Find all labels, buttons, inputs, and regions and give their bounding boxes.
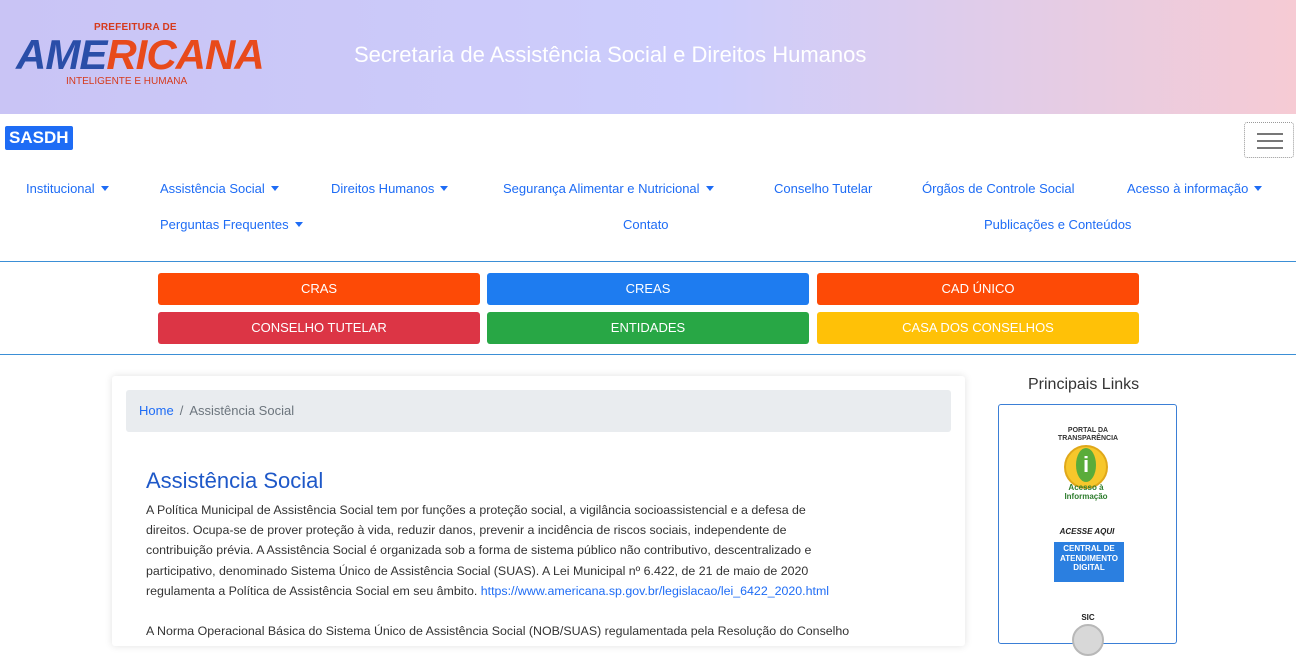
central-atendimento-digital-button[interactable]: CENTRAL DE ATENDIMENTO DIGITAL <box>1054 542 1124 582</box>
portal-transparencia-label[interactable]: PORTAL DA TRANSPARÊNCIA <box>1046 427 1130 443</box>
caret-down-icon <box>705 186 714 191</box>
acesso-informacao-label[interactable]: Acesso à Informação <box>1050 483 1122 501</box>
info-glyph: i <box>1076 448 1096 482</box>
logo-wordmark: AMERICANA <box>16 31 265 78</box>
nav-acesso-informacao[interactable]: Acesso à informação <box>1127 181 1263 196</box>
caret-down-icon <box>100 186 109 191</box>
intro-line-4: participativo, denominado Sistema Único … <box>146 564 809 578</box>
nav-contato[interactable]: Contato <box>623 217 669 232</box>
americana-logo[interactable]: PREFEITURA DE AMERICANA INTELIGENTE E HU… <box>14 22 265 90</box>
sic-icon[interactable] <box>1072 624 1104 656</box>
nav-institucional[interactable]: Institucional <box>26 181 109 196</box>
creas-button[interactable]: CREAS <box>487 273 809 305</box>
caret-down-icon <box>294 222 303 227</box>
page-title: Assistência Social <box>146 468 324 493</box>
nav-perguntas-frequentes[interactable]: Perguntas Frequentes <box>160 217 303 232</box>
header-banner: PREFEITURA DE AMERICANA INTELIGENTE E HU… <box>0 0 1296 114</box>
law-link[interactable]: https://www.americana.sp.gov.br/legislac… <box>481 584 829 598</box>
cad-unico-button[interactable]: CAD ÚNICO <box>817 273 1139 305</box>
caret-down-icon <box>440 186 449 191</box>
breadcrumb: Home / Assistência Social <box>126 390 951 432</box>
nav-direitos-humanos[interactable]: Direitos Humanos <box>331 181 449 196</box>
breadcrumb-home-link[interactable]: Home <box>139 403 174 418</box>
divider <box>0 354 1296 355</box>
navbar-brand[interactable]: SASDH <box>5 126 73 150</box>
intro-line-3: contribuição prévia. A Assistência Socia… <box>146 543 812 557</box>
casa-dos-conselhos-button[interactable]: CASA DOS CONSELHOS <box>817 312 1139 344</box>
acesse-aqui-label: ACESSE AQUI <box>1059 527 1115 536</box>
nav-seguranca-alimentar[interactable]: Segurança Alimentar e Nutricional <box>503 181 714 196</box>
caret-down-icon <box>1254 186 1263 191</box>
sidebar-title: Principais Links <box>1028 376 1140 393</box>
conselho-tutelar-button[interactable]: CONSELHO TUTELAR <box>158 312 480 344</box>
sic-label: SIC <box>1081 613 1095 622</box>
breadcrumb-current: Assistência Social <box>189 403 295 418</box>
nav-publicacoes-conteudos[interactable]: Publicações e Conteúdos <box>984 217 1131 232</box>
divider <box>0 261 1296 262</box>
intro-line-1: A Política Municipal de Assistência Soci… <box>146 503 806 517</box>
cras-button[interactable]: CRAS <box>158 273 480 305</box>
intro-line-5: regulamenta a Política de Assistência So… <box>146 584 830 598</box>
site-title: Secretaria de Assistência Social e Direi… <box>354 42 867 67</box>
norma-paragraph: A Norma Operacional Básica do Sistema Ún… <box>146 624 850 638</box>
hamburger-menu-icon[interactable] <box>1244 122 1294 158</box>
nav-orgaos-controle-social[interactable]: Órgãos de Controle Social <box>922 181 1074 196</box>
nav-conselho-tutelar[interactable]: Conselho Tutelar <box>774 181 872 196</box>
intro-line-2: direitos. Ocupa-se de prover proteção à … <box>146 523 787 537</box>
logo-tagline: INTELIGENTE E HUMANA <box>66 76 188 87</box>
caret-down-icon <box>270 186 279 191</box>
entidades-button[interactable]: ENTIDADES <box>487 312 809 344</box>
breadcrumb-separator: / <box>179 403 184 418</box>
nav-assistencia-social[interactable]: Assistência Social <box>160 181 279 196</box>
